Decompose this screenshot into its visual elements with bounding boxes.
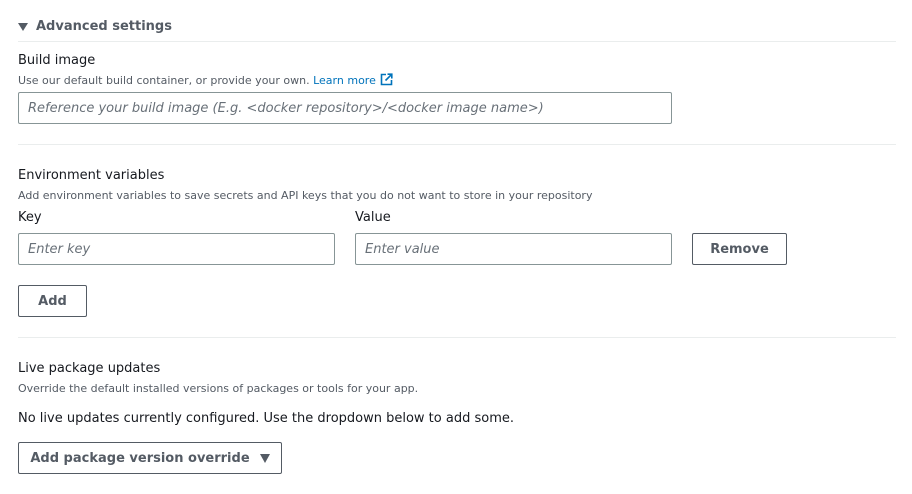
- advanced-settings-toggle[interactable]: Advanced settings: [18, 16, 172, 36]
- build-image-input[interactable]: [18, 92, 672, 124]
- build-image-label: Build image: [18, 53, 96, 68]
- dropdown-label: Add package version override: [30, 450, 250, 466]
- divider: [18, 337, 896, 338]
- value-column-header: Value: [355, 210, 391, 225]
- env-value-input[interactable]: [355, 233, 672, 265]
- divider: [18, 41, 896, 42]
- add-package-version-override-dropdown[interactable]: Add package version override: [18, 442, 282, 474]
- key-column-header: Key: [18, 210, 42, 225]
- build-image-description: Use our default build container, or prov…: [18, 73, 393, 87]
- live-package-updates-description: Override the default installed versions …: [18, 382, 419, 395]
- external-link-icon: [380, 73, 393, 86]
- environment-variables-description: Add environment variables to save secret…: [18, 189, 593, 202]
- caret-down-icon: [259, 453, 270, 463]
- live-package-updates-label: Live package updates: [18, 361, 161, 376]
- learn-more-link[interactable]: Learn more: [313, 73, 393, 87]
- advanced-settings-title: Advanced settings: [36, 18, 172, 34]
- remove-button[interactable]: Remove: [692, 233, 787, 265]
- environment-variables-label: Environment variables: [18, 168, 165, 183]
- caret-down-icon: [18, 22, 28, 31]
- env-key-input[interactable]: [18, 233, 335, 265]
- no-live-updates-message: No live updates currently configured. Us…: [18, 411, 514, 426]
- build-image-description-text: Use our default build container, or prov…: [18, 74, 310, 87]
- learn-more-label: Learn more: [313, 74, 376, 87]
- add-button[interactable]: Add: [18, 285, 87, 317]
- divider: [18, 144, 896, 145]
